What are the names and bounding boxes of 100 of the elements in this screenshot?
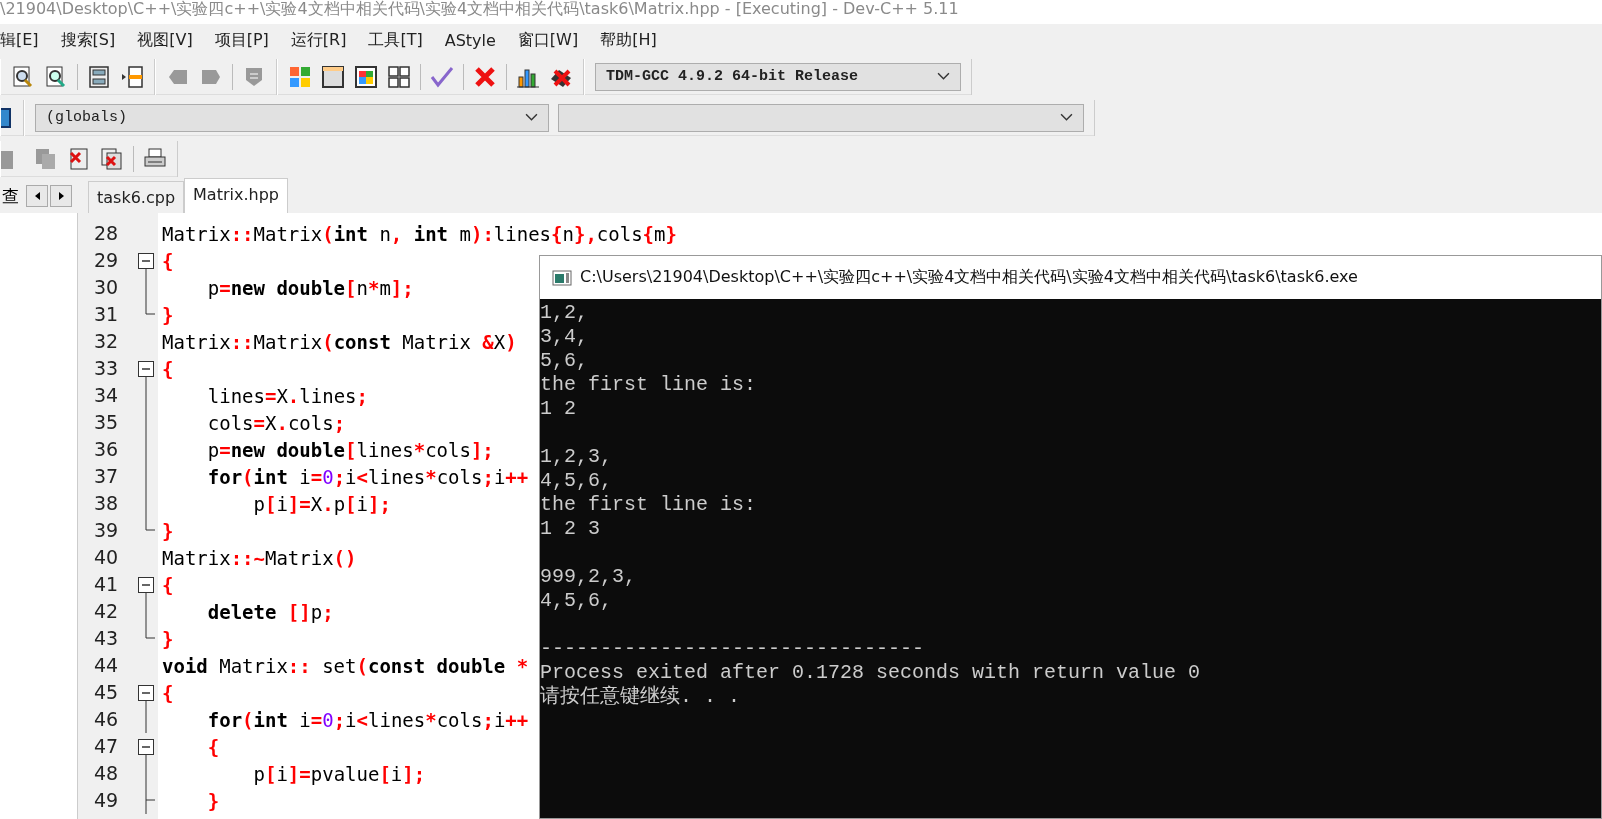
code-line: } bbox=[161, 303, 174, 326]
file-tab[interactable]: task6.cpp bbox=[88, 181, 185, 213]
line-number: 28 bbox=[93, 221, 120, 246]
line-number: 48 bbox=[93, 761, 120, 786]
menu-item[interactable]: 视图[V] bbox=[137, 29, 193, 51]
line-number: 38 bbox=[93, 491, 120, 516]
code-line: p[i]=pvalue[i]; bbox=[252, 762, 426, 785]
line-number: 40 bbox=[93, 545, 120, 570]
code-line: } bbox=[161, 627, 174, 650]
compiler-select[interactable]: TDM-GCC 4.9.2 64-bit Release bbox=[595, 62, 961, 91]
code-line: void Matrix:: set(const double * bbox=[161, 654, 529, 677]
line-number: 31 bbox=[93, 302, 120, 327]
code-line: p=new double[lines*cols]; bbox=[206, 438, 494, 461]
console-line: 5,6, bbox=[540, 349, 588, 373]
scroll-left-button[interactable] bbox=[26, 185, 48, 207]
console-line: 3,4, bbox=[540, 325, 588, 349]
chevron-down-icon bbox=[525, 113, 538, 122]
menu-item[interactable]: 辑[E] bbox=[0, 29, 39, 51]
console-line: 1 2 3 bbox=[540, 517, 600, 541]
code-line: delete []p; bbox=[206, 600, 334, 623]
code-line: { bbox=[161, 249, 174, 272]
line-number: 46 bbox=[93, 707, 120, 732]
chevron-down-icon bbox=[937, 72, 950, 81]
code-line: Matrix::~Matrix() bbox=[161, 546, 357, 569]
line-number: 36 bbox=[93, 437, 120, 462]
console-line: 4,5,6, bbox=[540, 469, 612, 493]
split-window-icon[interactable] bbox=[87, 64, 111, 89]
close-file-icon[interactable] bbox=[100, 146, 124, 171]
fold-toggle[interactable] bbox=[138, 739, 154, 760]
window-icon[interactable] bbox=[321, 64, 345, 89]
menu-item[interactable]: 运行[R] bbox=[290, 29, 347, 51]
panel-tab[interactable]: 查 bbox=[0, 184, 24, 208]
console-line: 1,2, bbox=[540, 301, 588, 325]
line-number: 45 bbox=[93, 680, 120, 705]
console-line: 4,5,6, bbox=[540, 589, 612, 613]
code-line: { bbox=[206, 735, 220, 758]
line-number: 35 bbox=[93, 410, 120, 435]
menu-item[interactable]: 搜索[S] bbox=[60, 29, 116, 51]
menu-item[interactable]: 帮助[H] bbox=[600, 29, 657, 51]
code-line: p[i]=X.p[i]; bbox=[252, 492, 391, 515]
console-line: the first line is: bbox=[540, 493, 757, 517]
line-number: 44 bbox=[93, 653, 120, 678]
line-number: 37 bbox=[93, 464, 120, 489]
scope-select[interactable]: (globals) bbox=[35, 103, 549, 132]
fold-toggle[interactable] bbox=[138, 361, 154, 382]
console-window-icon bbox=[552, 269, 572, 286]
left-arrow-icon bbox=[34, 192, 40, 200]
line-number: 32 bbox=[93, 329, 120, 354]
fold-toggle[interactable] bbox=[138, 253, 154, 274]
code-line: { bbox=[161, 681, 174, 704]
grid-icon[interactable] bbox=[387, 64, 411, 89]
code-line: cols=X.cols; bbox=[206, 411, 346, 434]
console-line: -------------------------------- bbox=[540, 637, 925, 661]
check-icon[interactable] bbox=[430, 64, 454, 89]
window-icon[interactable] bbox=[354, 64, 378, 89]
code-line: for(int i=0;i<lines*cols;i++ bbox=[206, 708, 529, 731]
fold-toggle[interactable] bbox=[138, 577, 154, 598]
line-number: 42 bbox=[93, 599, 120, 624]
code-line: { bbox=[161, 357, 174, 380]
console-line: 999,2,3, bbox=[540, 565, 636, 589]
console-line: 请按任意键继续. . . bbox=[540, 685, 740, 709]
line-number: 43 bbox=[93, 626, 120, 651]
search-icon[interactable] bbox=[44, 64, 68, 89]
menu-item[interactable]: 项目[P] bbox=[214, 29, 269, 51]
close-file-icon[interactable] bbox=[67, 146, 91, 171]
code-line: lines=X.lines; bbox=[206, 384, 368, 407]
code-line: Matrix::Matrix(const Matrix &X) bbox=[161, 330, 517, 353]
right-arrow-icon bbox=[58, 192, 64, 200]
search-icon[interactable] bbox=[11, 64, 35, 89]
code-line: } bbox=[206, 789, 220, 812]
line-number: 47 bbox=[93, 734, 120, 759]
chevron-down-icon bbox=[1060, 113, 1073, 122]
line-number: 49 bbox=[93, 788, 120, 813]
code-line: Matrix::Matrix(int n, int m):lines{n},cols{m} bbox=[161, 222, 677, 245]
menu-item[interactable]: 工具[T] bbox=[368, 29, 423, 51]
console-title: C:\Users\21904\Desktop\C++\实验四c++\实验4文档中相关代码\实验4文档中相关代码\task6\task6.exe bbox=[580, 267, 1358, 288]
line-number: 34 bbox=[93, 383, 120, 408]
indent-icon[interactable] bbox=[120, 64, 144, 89]
window-icon[interactable] bbox=[1, 105, 13, 130]
console-line: 1 2 bbox=[540, 397, 576, 421]
code-line: { bbox=[161, 573, 174, 596]
line-number: 39 bbox=[93, 518, 120, 543]
console-line: the first line is: bbox=[540, 373, 757, 397]
code-line: } bbox=[161, 519, 174, 542]
scroll-right-button[interactable] bbox=[50, 185, 72, 207]
console-line: 1,2,3, bbox=[540, 445, 612, 469]
line-number: 41 bbox=[93, 572, 120, 597]
file-tab[interactable]: Matrix.hpp bbox=[184, 178, 288, 213]
line-number: 30 bbox=[93, 275, 120, 300]
close-icon[interactable] bbox=[473, 64, 497, 89]
fold-line bbox=[145, 706, 147, 733]
console-line: Process exited after 0.1728 seconds with return value 0 bbox=[540, 661, 1201, 685]
menu-item[interactable]: AStyle bbox=[444, 30, 496, 50]
window-title: \21904\Desktop\C++\实验四c++\实验4文档中相关代码\实验4文档中相关代码\task6\Matrix.hpp - [Executing] - Dev-C++ 5.11 bbox=[0, 0, 959, 20]
line-number: 29 bbox=[93, 248, 120, 273]
code-line: p=new double[n*m]; bbox=[206, 276, 414, 299]
menu-item[interactable]: 窗口[W] bbox=[517, 29, 579, 51]
line-number: 33 bbox=[93, 356, 120, 381]
code-line: for(int i=0;i<lines*cols;i++ bbox=[206, 465, 529, 488]
fold-toggle[interactable] bbox=[138, 685, 154, 706]
